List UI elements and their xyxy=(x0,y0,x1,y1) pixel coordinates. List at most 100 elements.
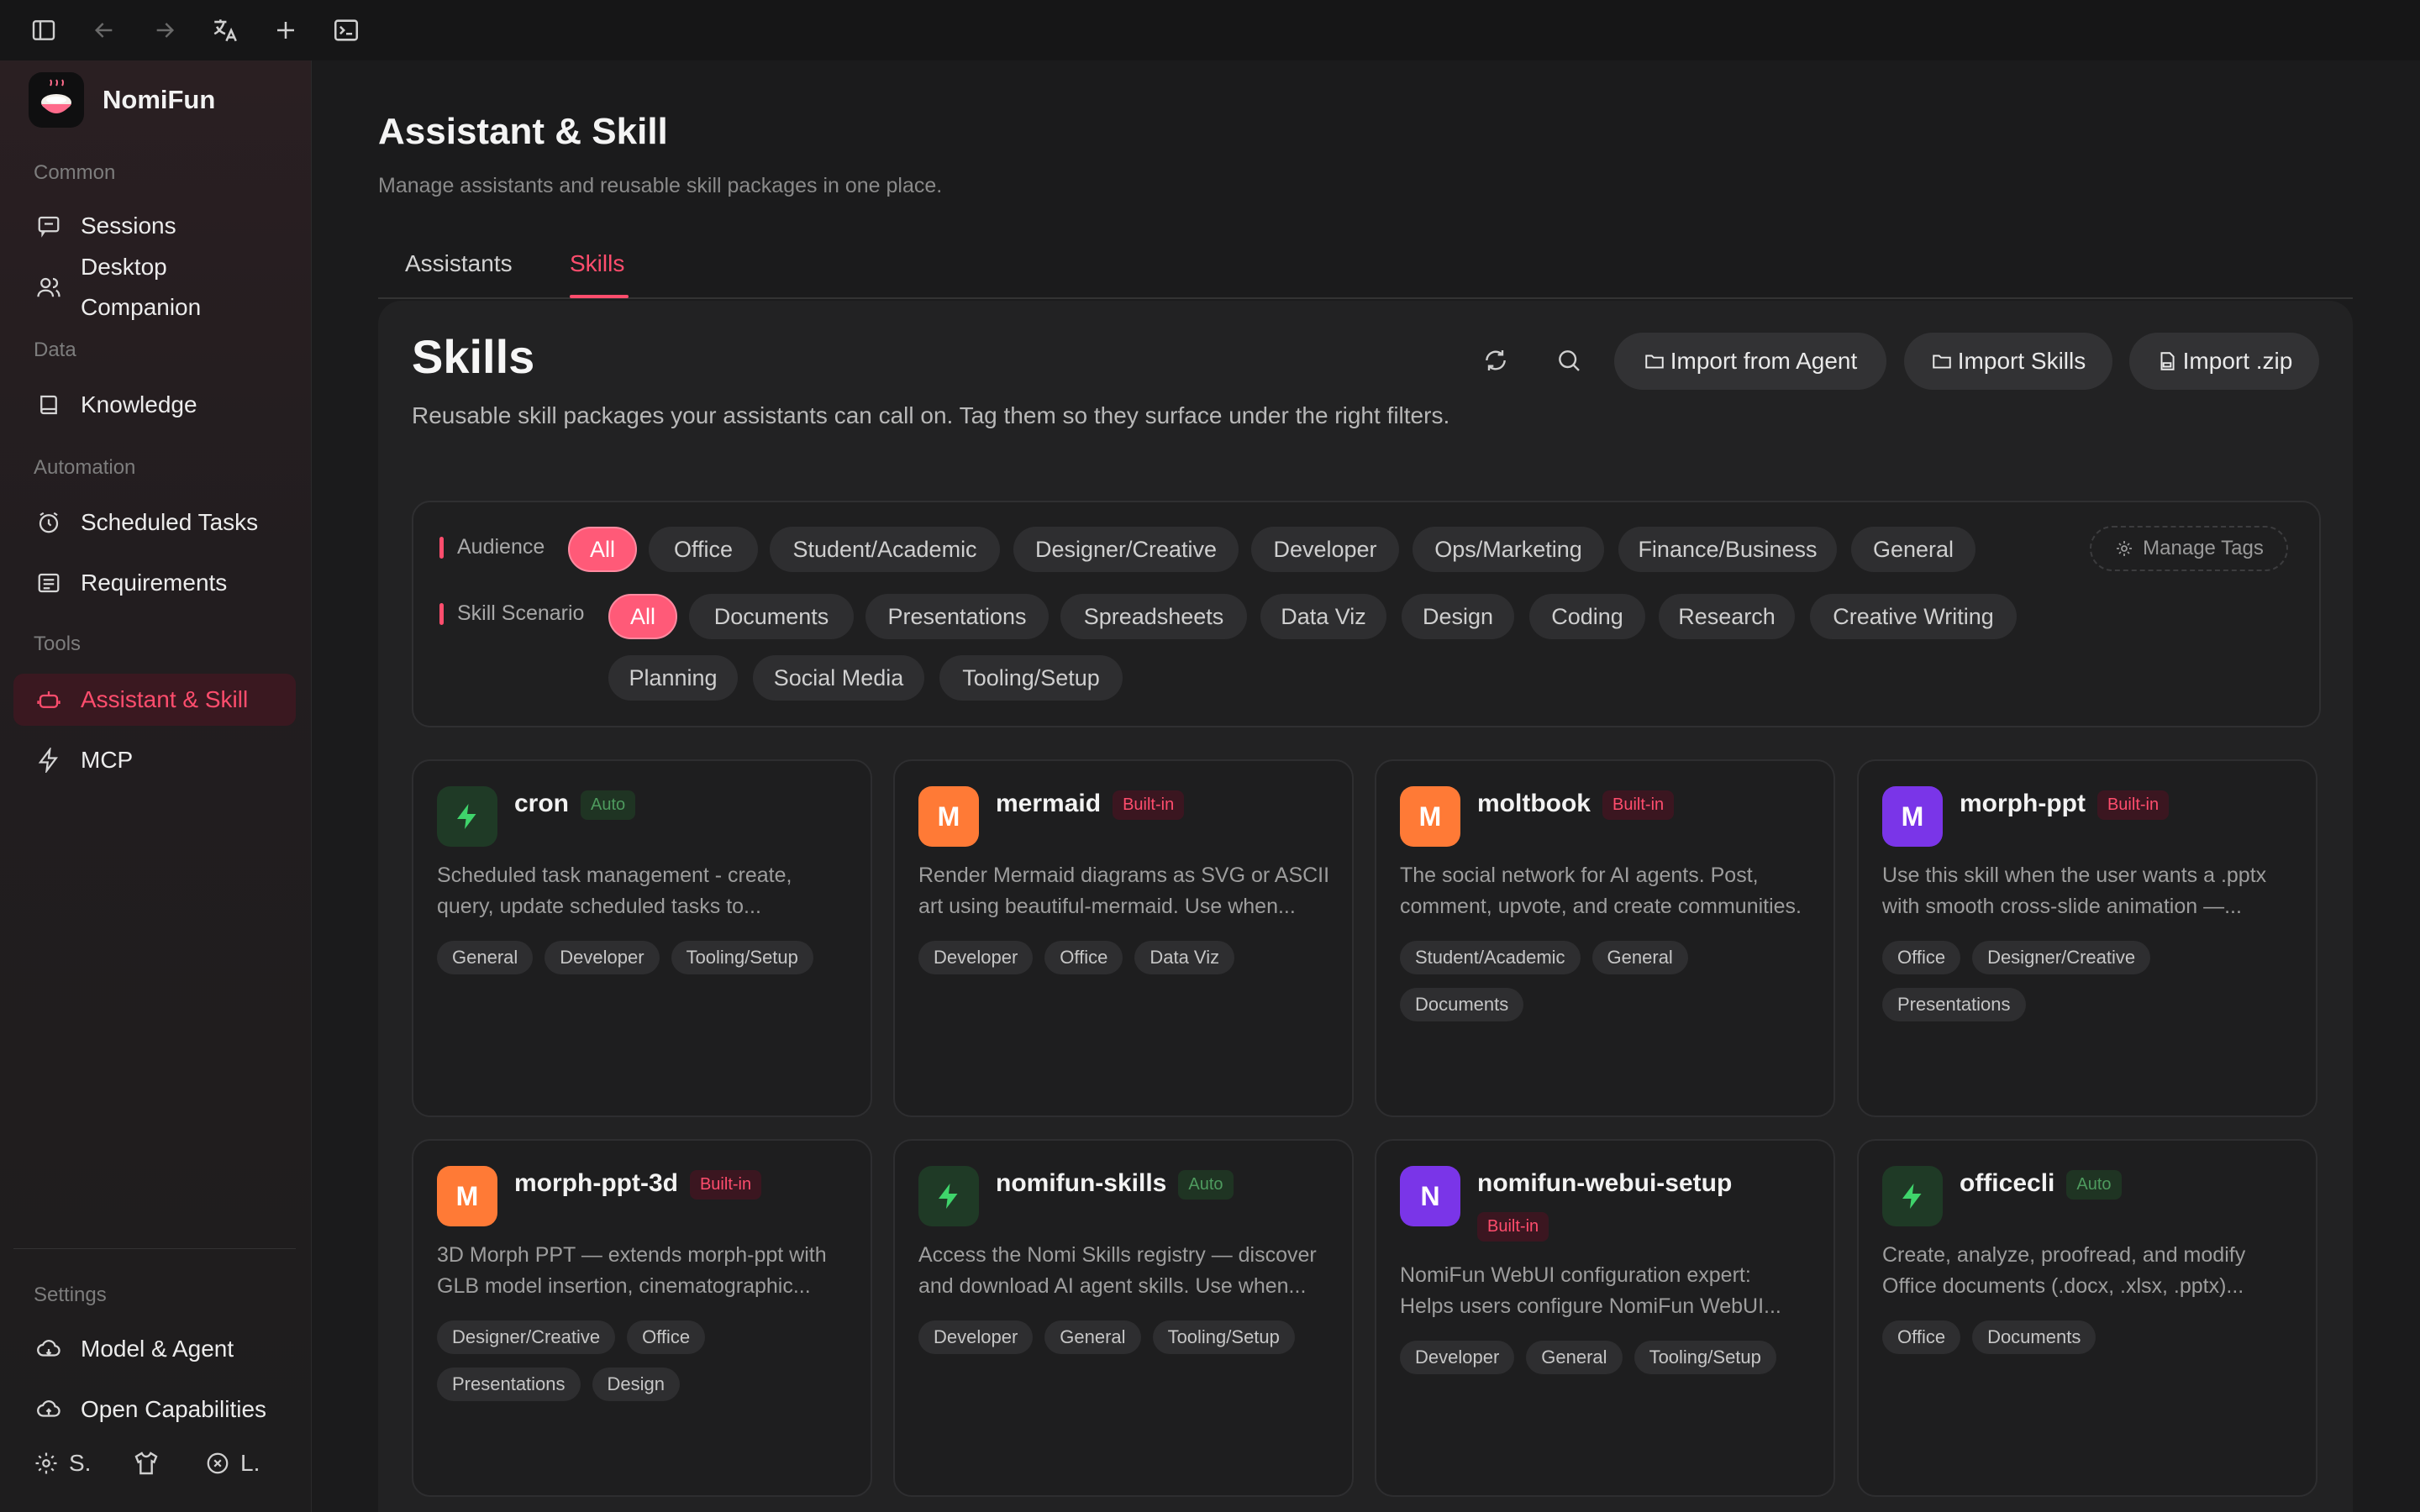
skill-tags: Office Documents xyxy=(1882,1320,2302,1354)
sidebar-item-label: Knowledge xyxy=(81,391,197,417)
tag: Presentations xyxy=(1882,988,2026,1021)
forward-arrow-icon[interactable] xyxy=(148,13,182,47)
folder-icon xyxy=(1644,350,1665,372)
sidebar-item-label: Sessions xyxy=(81,213,176,239)
tag: General xyxy=(1044,1320,1141,1354)
close-circle-icon xyxy=(205,1451,230,1476)
tag: Tooling/Setup xyxy=(671,941,813,974)
scenario-chip-data-viz[interactable]: Data Viz xyxy=(1260,594,1386,639)
sidebar-item-label: Companion xyxy=(81,294,202,320)
audience-chip-general[interactable]: General xyxy=(1851,527,1975,572)
audience-chip-finance-business[interactable]: Finance/Business xyxy=(1618,527,1837,572)
auto-badge: Auto xyxy=(2066,1169,2122,1200)
tag: Office xyxy=(627,1320,706,1354)
import-from-agent-button[interactable]: Import from Agent xyxy=(1614,333,1886,390)
shirt-icon xyxy=(133,1450,160,1477)
skill-tags: Developer Office Data Viz xyxy=(918,941,1339,974)
section-label-tools: Tools xyxy=(34,633,82,655)
logout-footer-button[interactable]: L. xyxy=(205,1450,260,1477)
audience-label-text: Audience xyxy=(457,535,545,559)
sidebar-divider xyxy=(13,1248,296,1249)
skill-card-morph-ppt[interactable]: M morph-ppt Built-in Use this skill when … xyxy=(1857,759,2317,1117)
tag: General xyxy=(437,941,534,974)
search-icon[interactable] xyxy=(1549,341,1588,380)
skill-card-morph-ppt-3d[interactable]: M morph-ppt-3d Built-in 3D Morph PPT — ex… xyxy=(412,1139,872,1497)
skill-card-mermaid[interactable]: M mermaid Built-in Render Mermaid diagram… xyxy=(893,759,1354,1117)
robot-icon xyxy=(32,683,66,717)
new-tab-plus-icon[interactable] xyxy=(269,13,302,47)
sidebar-item-label: Assistant & Skill xyxy=(81,686,249,712)
scenario-chip-design[interactable]: Design xyxy=(1402,594,1514,639)
tag: Design xyxy=(592,1368,681,1401)
theme-shirt-button[interactable] xyxy=(133,1450,160,1477)
sidebar-toggle-icon[interactable] xyxy=(27,13,60,47)
audience-chip-all[interactable]: All xyxy=(568,527,637,572)
sidebar-item-knowledge[interactable]: Knowledge xyxy=(13,379,296,431)
tab-active-indicator xyxy=(570,295,629,298)
skills-description: Reusable skill packages your assistants … xyxy=(412,402,1450,428)
scenario-chip-spreadsheets[interactable]: Spreadsheets xyxy=(1060,594,1247,639)
tag: Designer/Creative xyxy=(437,1320,616,1354)
book-icon xyxy=(32,388,66,422)
built-in-badge: Built-in xyxy=(1477,1211,1549,1242)
chat-icon xyxy=(32,209,66,243)
skill-description: Create, analyze, proofread, and modify Of… xyxy=(1882,1243,2246,1298)
terminal-icon[interactable] xyxy=(329,13,363,47)
settings-footer-button[interactable]: S. xyxy=(34,1450,91,1477)
sidebar-item-model-agent[interactable]: Model & Agent xyxy=(13,1323,296,1375)
sidebar-item-desktop-companion[interactable]: Desktop Companion xyxy=(13,247,296,328)
scenario-chip-research[interactable]: Research xyxy=(1659,594,1795,639)
sidebar-item-scheduled-tasks[interactable]: Scheduled Tasks xyxy=(13,496,296,549)
built-in-badge: Built-in xyxy=(1602,790,1675,820)
audience-chip-office[interactable]: Office xyxy=(649,527,758,572)
scenario-chip-presentations[interactable]: Presentations xyxy=(865,594,1049,639)
tag: Documents xyxy=(1400,988,1524,1021)
scenario-chip-creative-writing[interactable]: Creative Writing xyxy=(1810,594,2017,639)
built-in-badge: Built-in xyxy=(689,1169,762,1200)
accent-bar xyxy=(439,536,444,559)
skill-name: morph-ppt-3d Built-in xyxy=(514,1169,762,1200)
import-zip-button[interactable]: Import .zip xyxy=(2129,333,2319,390)
skill-description: NomiFun WebUI configuration expert: Helps… xyxy=(1400,1263,1781,1318)
audience-chip-designer-creative[interactable]: Designer/Creative xyxy=(1013,527,1239,572)
audience-chip-student-academic[interactable]: Student/Academic xyxy=(770,527,1000,572)
sidebar-item-requirements[interactable]: Requirements xyxy=(13,557,296,609)
scenario-chip-coding[interactable]: Coding xyxy=(1529,594,1645,639)
translate-icon[interactable] xyxy=(208,13,242,47)
tag: Office xyxy=(1882,1320,1961,1354)
import-skills-button[interactable]: Import Skills xyxy=(1904,333,2112,390)
skill-card-nomifun-skills[interactable]: nomifun-skills Auto Access the Nomi Skill… xyxy=(893,1139,1354,1497)
tab-assistants[interactable]: Assistants xyxy=(405,250,513,277)
skill-card-officecli[interactable]: officecli Auto Create, analyze, proofread… xyxy=(1857,1139,2317,1497)
tag: Tooling/Setup xyxy=(1634,1341,1776,1374)
manage-tags-button[interactable]: Manage Tags xyxy=(2090,526,2288,571)
section-label-data: Data xyxy=(34,339,76,361)
skill-tags: Developer General Tooling/Setup xyxy=(1400,1341,1820,1374)
scenario-chip-social-media[interactable]: Social Media xyxy=(753,655,924,701)
skill-card-moltbook[interactable]: M moltbook Built-in The social network fo… xyxy=(1375,759,1835,1117)
skill-description: The social network for AI agents. Post, c… xyxy=(1400,864,1802,918)
scenario-chip-tooling-setup[interactable]: Tooling/Setup xyxy=(939,655,1123,701)
tag: Data Viz xyxy=(1134,941,1235,974)
skill-name: officecli Auto xyxy=(1960,1169,2122,1200)
scenario-chip-documents[interactable]: Documents xyxy=(689,594,854,639)
tab-skills[interactable]: Skills xyxy=(570,250,624,277)
page-title: Assistant & Skill xyxy=(378,111,668,152)
refresh-icon[interactable] xyxy=(1476,341,1515,380)
cloud-upload-icon xyxy=(32,1393,66,1426)
audience-chip-ops-marketing[interactable]: Ops/Marketing xyxy=(1413,527,1604,572)
audience-chip-developer[interactable]: Developer xyxy=(1251,527,1399,572)
skill-tags: Student/Academic General Documents xyxy=(1400,941,1820,1021)
scenario-chip-planning[interactable]: Planning xyxy=(608,655,738,701)
page-subtitle: Manage assistants and reusable skill pac… xyxy=(378,174,943,197)
sidebar-item-assistant-skill[interactable]: Assistant & Skill xyxy=(13,674,296,726)
sidebar-item-mcp[interactable]: MCP xyxy=(13,734,296,786)
scenario-chip-all[interactable]: All xyxy=(608,594,677,639)
back-arrow-icon[interactable] xyxy=(87,13,121,47)
skill-card-cron[interactable]: cron Auto Scheduled task management - cre… xyxy=(412,759,872,1117)
tag: Developer xyxy=(918,1320,1034,1354)
sidebar-item-sessions[interactable]: Sessions xyxy=(13,200,296,252)
sidebar-item-open-capabilities[interactable]: Open Capabilities xyxy=(13,1383,296,1436)
skill-name: cron Auto xyxy=(514,790,636,820)
skill-card-nomifun-webui-setup[interactable]: N nomifun-webui-setup Built-in NomiFun We… xyxy=(1375,1139,1835,1497)
